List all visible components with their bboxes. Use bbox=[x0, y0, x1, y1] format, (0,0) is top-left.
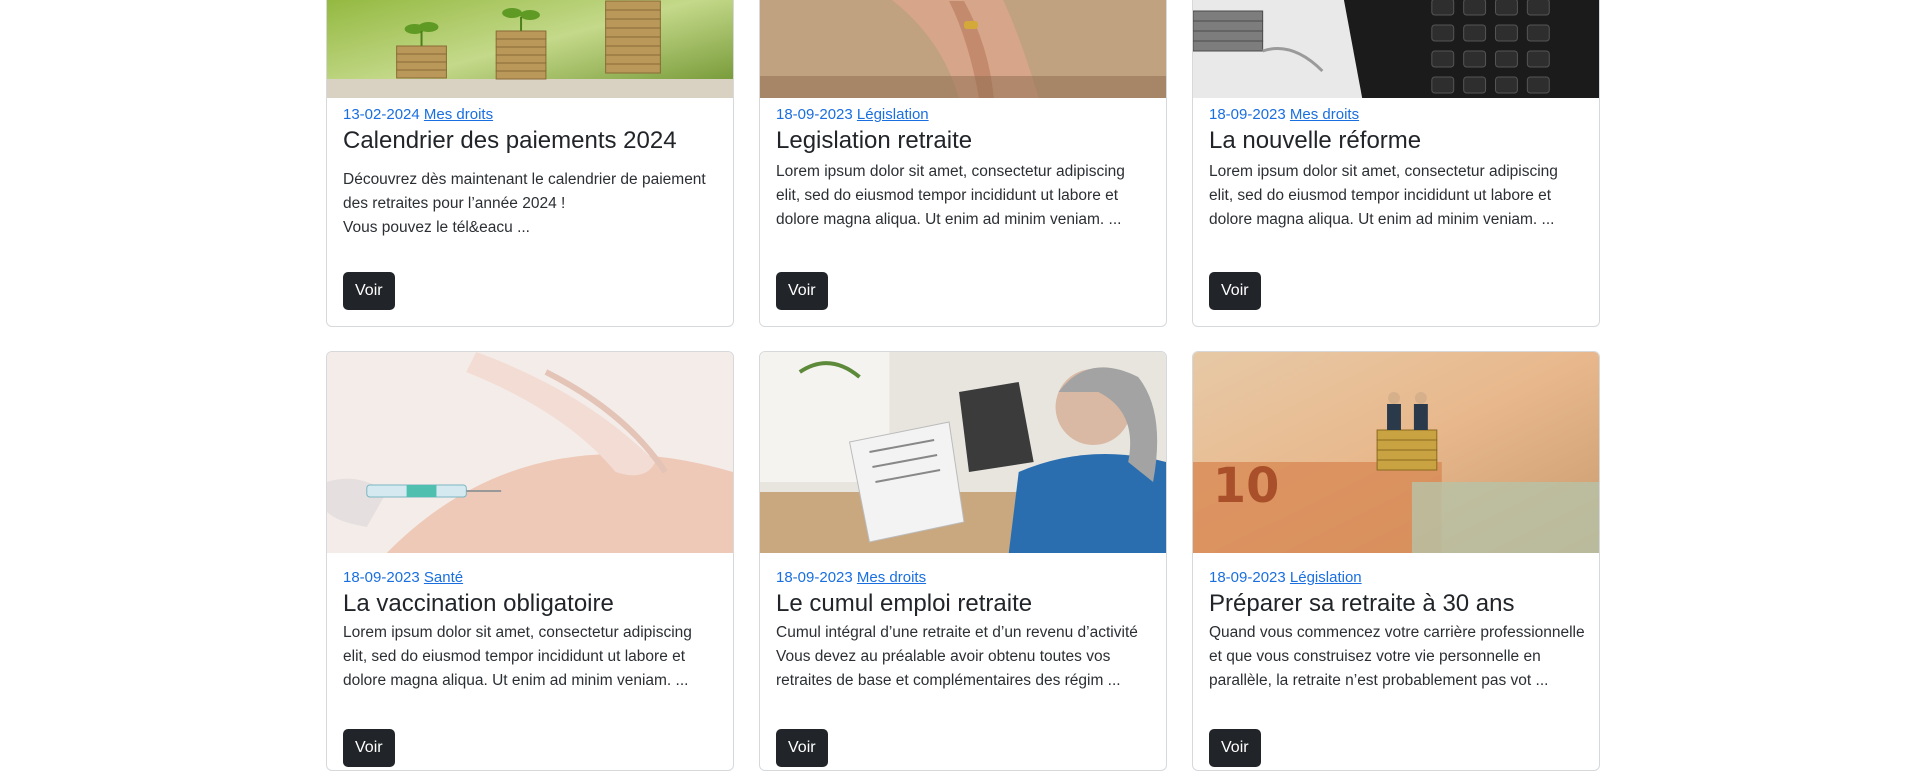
voir-button[interactable]: Voir bbox=[343, 272, 395, 310]
card-image-figurines-coins: 10 bbox=[1193, 352, 1599, 553]
article-card: 18-09-2023 Mes droits Le cumul emploi re… bbox=[759, 351, 1167, 771]
card-body: 18-09-2023 Mes droits Le cumul emploi re… bbox=[776, 569, 1152, 693]
card-date: 18-09-2023 bbox=[776, 569, 853, 586]
card-date: 13-02-2024 bbox=[343, 106, 420, 123]
card-excerpt: Découvrez dès maintenant le calendrier d… bbox=[343, 171, 706, 236]
card-category-link[interactable]: Législation bbox=[857, 106, 929, 123]
card-image-coins-plants bbox=[327, 0, 733, 98]
card-body: 13-02-2024 Mes droits Calendrier des pai… bbox=[343, 106, 719, 240]
card-body: 18-09-2023 Mes droits La nouvelle réform… bbox=[1209, 106, 1585, 232]
voir-button[interactable]: Voir bbox=[1209, 729, 1261, 767]
card-excerpt: Lorem ipsum dolor sit amet, consectetur … bbox=[343, 624, 692, 689]
card-title: Le cumul emploi retraite bbox=[776, 590, 1033, 617]
card-date: 18-09-2023 bbox=[776, 106, 853, 123]
article-card: 18-09-2023 Santé La vaccination obligato… bbox=[326, 351, 734, 771]
card-image-vaccination bbox=[327, 352, 733, 553]
card-image-elderly-hands bbox=[760, 0, 1166, 98]
card-date: 18-09-2023 bbox=[1209, 106, 1286, 123]
card-meta: 18-09-2023 Législation bbox=[1209, 569, 1585, 587]
card-meta: 18-09-2023 Santé bbox=[343, 569, 719, 587]
card-category-link[interactable]: Mes droits bbox=[1290, 106, 1359, 123]
card-title: La vaccination obligatoire bbox=[343, 590, 614, 617]
card-image-woman-reading bbox=[760, 352, 1166, 553]
card-body: 18-09-2023 Législation Legislation retra… bbox=[776, 106, 1152, 232]
card-meta: 18-09-2023 Mes droits bbox=[776, 569, 1152, 587]
card-meta: 13-02-2024 Mes droits bbox=[343, 106, 719, 124]
card-category-link[interactable]: Mes droits bbox=[857, 569, 926, 586]
voir-button[interactable]: Voir bbox=[776, 272, 828, 310]
voir-button[interactable]: Voir bbox=[776, 729, 828, 767]
card-date: 18-09-2023 bbox=[1209, 569, 1286, 586]
voir-button[interactable]: Voir bbox=[343, 729, 395, 767]
card-image-calculator-coins bbox=[1193, 0, 1599, 98]
card-category-link[interactable]: Législation bbox=[1290, 569, 1362, 586]
card-title: Préparer sa retraite à 30 ans bbox=[1209, 590, 1515, 617]
card-excerpt: Quand vous commencez votre carrière prof… bbox=[1209, 624, 1585, 689]
card-excerpt: Lorem ipsum dolor sit amet, consectetur … bbox=[776, 163, 1125, 228]
card-body: 18-09-2023 Législation Préparer sa retra… bbox=[1209, 569, 1585, 693]
card-category-link[interactable]: Mes droits bbox=[424, 106, 493, 123]
article-card: 18-09-2023 Législation Legislation retra… bbox=[759, 0, 1167, 327]
voir-button[interactable]: Voir bbox=[1209, 272, 1261, 310]
svg-text:10: 10 bbox=[1213, 459, 1279, 514]
card-date: 18-09-2023 bbox=[343, 569, 420, 586]
card-title: La nouvelle réforme bbox=[1209, 127, 1422, 154]
card-body: 18-09-2023 Santé La vaccination obligato… bbox=[343, 569, 719, 693]
article-card: 10 18-09-2023 Législation Préparer sa re… bbox=[1192, 351, 1600, 771]
card-meta: 18-09-2023 Législation bbox=[776, 106, 1152, 124]
article-card: 13-02-2024 Mes droits Calendrier des pai… bbox=[326, 0, 734, 327]
card-excerpt: Cumul intégral d’une retraite et d’un re… bbox=[776, 624, 1138, 689]
card-category-link[interactable]: Santé bbox=[424, 569, 463, 586]
card-meta: 18-09-2023 Mes droits bbox=[1209, 106, 1585, 124]
card-title: Legislation retraite bbox=[776, 127, 973, 154]
card-excerpt: Lorem ipsum dolor sit amet, consectetur … bbox=[1209, 163, 1558, 228]
card-title: Calendrier des paiements 2024 bbox=[343, 127, 677, 154]
article-card: 18-09-2023 Mes droits La nouvelle réform… bbox=[1192, 0, 1600, 327]
